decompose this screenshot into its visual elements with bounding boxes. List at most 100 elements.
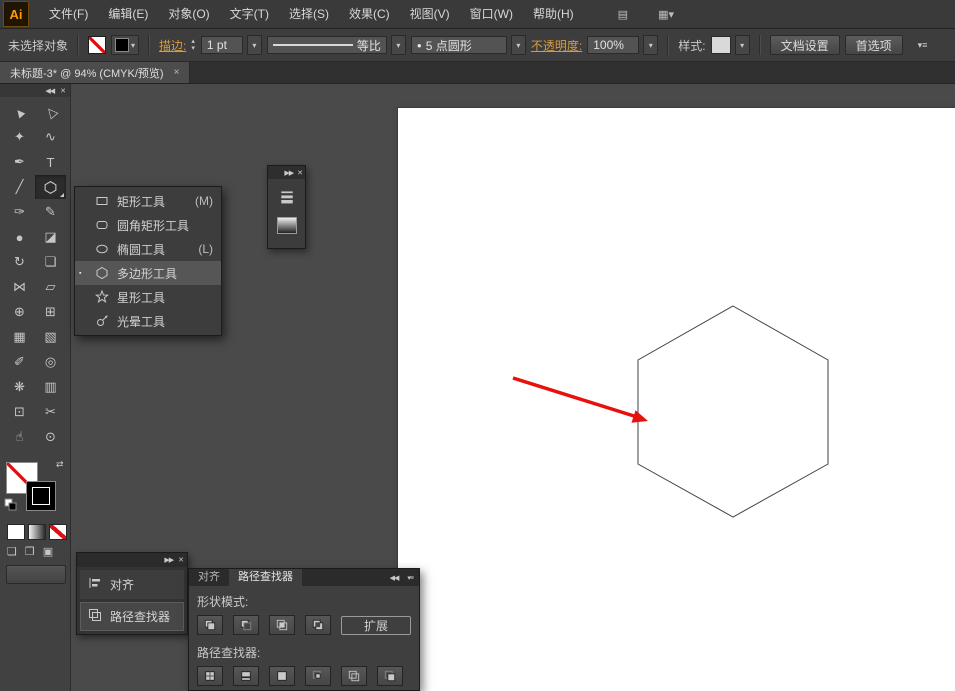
merge-button[interactable] bbox=[269, 666, 295, 686]
menu-item-1[interactable]: 文件(F) bbox=[39, 0, 98, 28]
gradient-tool[interactable]: ▧ bbox=[35, 325, 66, 349]
scale-tool[interactable]: ❏ bbox=[35, 250, 66, 274]
flyout-item-ellipse[interactable]: ▪椭圆工具(L) bbox=[75, 237, 221, 261]
stroke-weight-dropdown-icon[interactable]: ▾ bbox=[247, 35, 262, 55]
exclude-button[interactable] bbox=[305, 615, 331, 635]
stroke-color-dropdown[interactable]: ▾ bbox=[111, 35, 139, 55]
spin-down-icon[interactable]: ▾ bbox=[191, 45, 195, 52]
blend-tool[interactable]: ◎ bbox=[35, 350, 66, 374]
document-tab-close-icon[interactable]: × bbox=[174, 67, 180, 78]
menu-item-9[interactable]: 帮助(H) bbox=[523, 0, 584, 28]
shape-builder-tool[interactable]: ⊕ bbox=[4, 300, 35, 324]
document-tab[interactable]: 未标题-3* @ 94% (CMYK/预览) × bbox=[0, 62, 190, 83]
polygon-tool[interactable] bbox=[35, 175, 66, 199]
hand-tool[interactable]: ☝ bbox=[4, 425, 35, 449]
dock-item-pathfinder[interactable]: 路径查找器 bbox=[80, 602, 184, 631]
menu-item-4[interactable]: 文字(T) bbox=[220, 0, 279, 28]
swap-fill-stroke-icon[interactable]: ⇄ bbox=[56, 459, 64, 470]
menu-item-7[interactable]: 视图(V) bbox=[400, 0, 460, 28]
preferences-button[interactable]: 首选项 bbox=[845, 35, 903, 55]
style-dropdown-icon[interactable]: ▾ bbox=[735, 35, 750, 55]
stroke-swatch[interactable] bbox=[26, 481, 56, 511]
spin-up-icon[interactable]: ▴ bbox=[191, 38, 195, 45]
menu-item-2[interactable]: 编辑(E) bbox=[98, 0, 158, 28]
intersect-button[interactable] bbox=[269, 615, 295, 635]
stroke-weight-field[interactable]: 1 pt bbox=[201, 36, 243, 54]
slice-tool[interactable]: ✂ bbox=[35, 400, 66, 424]
expand-icon[interactable]: ▶▶ bbox=[284, 169, 293, 177]
unite-button[interactable] bbox=[197, 615, 223, 635]
selection-tool[interactable]: ▲ bbox=[4, 100, 35, 124]
divide-button[interactable] bbox=[197, 666, 223, 686]
menu-item-6[interactable]: 效果(C) bbox=[339, 0, 400, 28]
style-swatch[interactable] bbox=[711, 36, 731, 54]
eraser-tool[interactable]: ◪ bbox=[35, 225, 66, 249]
close-icon[interactable]: ✕ bbox=[60, 87, 65, 95]
stroke-profile-select[interactable]: 等比 bbox=[267, 36, 387, 54]
app-window-icon[interactable]: ▤ bbox=[618, 8, 628, 21]
color-button[interactable] bbox=[7, 524, 25, 540]
pencil-tool[interactable]: ✎ bbox=[35, 200, 66, 224]
brush-select[interactable]: ● 5 点圆形 bbox=[411, 36, 507, 54]
menu-item-8[interactable]: 窗口(W) bbox=[460, 0, 523, 28]
stroke-weight-stepper[interactable]: ▴ ▾ bbox=[191, 38, 195, 52]
artboard-tool[interactable]: ⊡ bbox=[4, 400, 35, 424]
menu-item-5[interactable]: 选择(S) bbox=[279, 0, 339, 28]
flyout-item-rectangle[interactable]: ▪矩形工具(M) bbox=[75, 189, 221, 213]
draw-inside-icon[interactable]: ▣ bbox=[43, 545, 53, 558]
opacity-dropdown-icon[interactable]: ▾ bbox=[643, 35, 658, 55]
flyout-item-polygon[interactable]: ▪多边形工具 bbox=[75, 261, 221, 285]
flyout-item-flare[interactable]: ▪光晕工具 bbox=[75, 309, 221, 333]
fill-none-swatch[interactable] bbox=[88, 36, 106, 54]
pen-tool[interactable]: ✒ bbox=[4, 150, 35, 174]
brush-dropdown-icon[interactable]: ▾ bbox=[511, 35, 526, 55]
profile-dropdown-icon[interactable]: ▾ bbox=[391, 35, 406, 55]
default-fill-stroke-icon[interactable] bbox=[4, 498, 17, 514]
tab-pathfinder[interactable]: 路径查找器 bbox=[229, 569, 302, 586]
gradient-panel-icon[interactable] bbox=[277, 217, 297, 237]
gradient-button[interactable] bbox=[28, 524, 46, 540]
trim-button[interactable] bbox=[233, 666, 259, 686]
panel-menu-icon[interactable]: ▾≡ bbox=[407, 574, 413, 582]
crop-button[interactable] bbox=[305, 666, 331, 686]
blob-brush-tool[interactable]: ● bbox=[4, 225, 35, 249]
close-icon[interactable]: ✕ bbox=[297, 169, 302, 177]
flyout-item-rounded-rectangle[interactable]: ▪圆角矩形工具 bbox=[75, 213, 221, 237]
tab-align[interactable]: 对齐 bbox=[189, 569, 229, 586]
paintbrush-tool[interactable]: ✑ bbox=[4, 200, 35, 224]
lasso-tool[interactable]: ∿ bbox=[35, 125, 66, 149]
opacity-link[interactable]: 不透明度: bbox=[531, 37, 582, 54]
collapse-icon[interactable]: ◀◀ bbox=[45, 87, 54, 95]
draw-normal-icon[interactable]: ❑ bbox=[7, 545, 17, 558]
outline-button[interactable] bbox=[341, 666, 367, 686]
collapse-icon[interactable]: ◀◀ bbox=[390, 574, 399, 582]
rotate-tool[interactable]: ↻ bbox=[4, 250, 35, 274]
symbol-sprayer-tool[interactable]: ❋ bbox=[4, 375, 35, 399]
expand-button[interactable]: 扩展 bbox=[341, 616, 411, 635]
flyout-item-star[interactable]: ▪星形工具 bbox=[75, 285, 221, 309]
stroke-link[interactable]: 描边: bbox=[159, 37, 186, 54]
artboard[interactable] bbox=[398, 108, 955, 691]
minus-front-button[interactable] bbox=[233, 615, 259, 635]
expand-icon[interactable]: ▶▶ bbox=[164, 556, 173, 564]
document-setup-button[interactable]: 文档设置 bbox=[770, 35, 840, 55]
mesh-tool[interactable]: ▦ bbox=[4, 325, 35, 349]
arrange-documents-icon[interactable]: ▦▾ bbox=[658, 8, 674, 21]
dock-item-align[interactable]: 对齐 bbox=[80, 570, 184, 599]
magic-wand-tool[interactable]: ✦ bbox=[4, 125, 35, 149]
type-tool[interactable]: T bbox=[35, 150, 66, 174]
opacity-field[interactable]: 100% bbox=[587, 36, 639, 54]
stroke-panel-icon[interactable] bbox=[279, 188, 295, 207]
draw-behind-icon[interactable]: ❒ bbox=[25, 545, 35, 558]
column-graph-tool[interactable]: ▥ bbox=[35, 375, 66, 399]
eyedropper-tool[interactable]: ✐ bbox=[4, 350, 35, 374]
control-panel-menu-icon[interactable]: ▾≡ bbox=[918, 40, 928, 51]
menu-item-3[interactable]: 对象(O) bbox=[158, 0, 219, 28]
line-segment-tool[interactable]: ╱ bbox=[4, 175, 35, 199]
close-icon[interactable]: ✕ bbox=[178, 556, 183, 564]
direct-selection-tool[interactable]: △ bbox=[35, 100, 66, 124]
width-tool[interactable]: ⋈ bbox=[4, 275, 35, 299]
none-button[interactable] bbox=[49, 524, 67, 540]
screen-mode-button[interactable] bbox=[6, 565, 66, 584]
free-transform-tool[interactable]: ▱ bbox=[35, 275, 66, 299]
